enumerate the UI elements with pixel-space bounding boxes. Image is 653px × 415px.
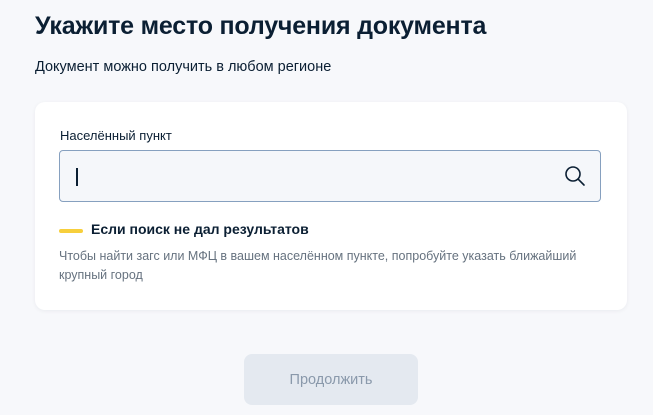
hint-marker: [59, 229, 83, 233]
locality-label: Населённый пункт: [60, 128, 172, 143]
hint-title: Если поиск не дал результатов: [91, 221, 309, 237]
search-icon[interactable]: [564, 165, 586, 187]
text-cursor: [76, 168, 78, 186]
continue-button[interactable]: Продолжить: [244, 354, 418, 405]
page-title: Укажите место получения документа: [35, 12, 487, 40]
page-subtitle: Документ можно получить в любом регионе: [35, 59, 332, 75]
locality-search-input[interactable]: [59, 150, 601, 202]
hint-text: Чтобы найти загс или МФЦ в вашем населён…: [59, 249, 577, 282]
location-card: Населённый пункт Если поиск не дал резул…: [35, 102, 627, 310]
